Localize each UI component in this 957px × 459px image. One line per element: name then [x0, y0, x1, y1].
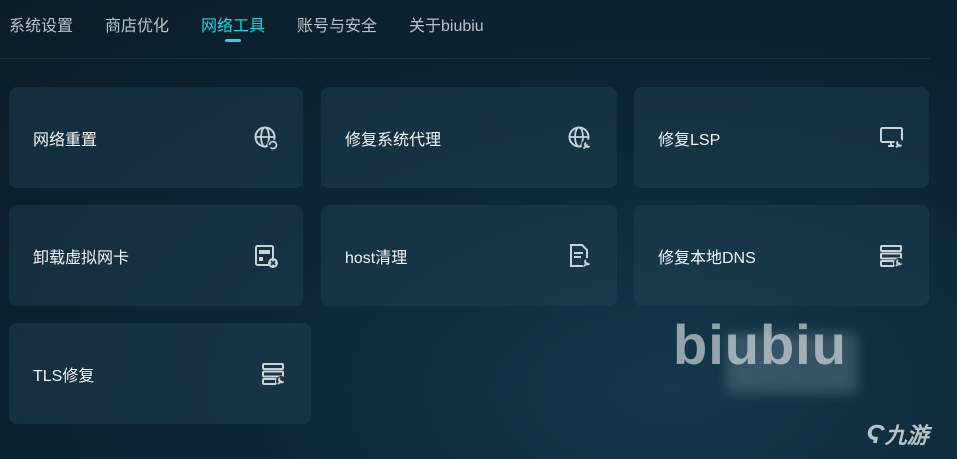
- card-label: 卸载虚拟网卡: [33, 249, 130, 267]
- network-reset-card[interactable]: 网络重置: [9, 87, 303, 188]
- tab-label: 网络工具: [201, 18, 266, 35]
- card-label: TLS修复: [33, 367, 95, 385]
- active-tab-indicator: [225, 39, 241, 42]
- card-label: host清理: [345, 249, 408, 267]
- tab-label: 账号与安全: [297, 18, 378, 35]
- tab-store-optimize[interactable]: 商店优化: [105, 12, 169, 36]
- tab-label: 关于biubiu: [409, 18, 484, 35]
- document-wrench-icon: [567, 243, 593, 269]
- watermark-text: 九游: [884, 423, 929, 448]
- tab-about[interactable]: 关于biubiu: [409, 12, 484, 36]
- watermark-logo: Ϛ九游: [866, 419, 929, 449]
- card-label: 修复系统代理: [345, 131, 442, 149]
- card-label: 修复本地DNS: [658, 249, 756, 267]
- monitor-wrench-icon: [879, 125, 905, 151]
- tab-system-settings[interactable]: 系统设置: [9, 12, 73, 36]
- card-label: 修复LSP: [658, 131, 721, 149]
- server-wrench-icon: [261, 361, 287, 387]
- tab-account-security[interactable]: 账号与安全: [297, 12, 377, 36]
- card-label: 网络重置: [33, 131, 98, 149]
- blur-overlay: [727, 333, 857, 393]
- tab-label: 商店优化: [105, 18, 170, 35]
- uninstall-virtual-nic-card[interactable]: 卸载虚拟网卡: [9, 205, 303, 306]
- host-cleanup-card[interactable]: host清理: [321, 205, 617, 306]
- tab-label: 系统设置: [9, 18, 74, 35]
- globe-wrench-icon: [567, 125, 593, 151]
- top-tab-bar: 系统设置 商店优化 网络工具 账号与安全 关于biubiu: [0, 0, 930, 59]
- network-card-remove-icon: [253, 243, 279, 269]
- server-wrench-icon: [879, 243, 905, 269]
- fix-system-proxy-card[interactable]: 修复系统代理: [321, 87, 617, 188]
- globe-refresh-icon: [253, 125, 279, 151]
- fix-lsp-card[interactable]: 修复LSP: [634, 87, 929, 188]
- tls-repair-card[interactable]: TLS修复: [9, 323, 311, 424]
- tab-network-tools[interactable]: 网络工具: [201, 12, 266, 42]
- fix-local-dns-card[interactable]: 修复本地DNS: [634, 205, 929, 306]
